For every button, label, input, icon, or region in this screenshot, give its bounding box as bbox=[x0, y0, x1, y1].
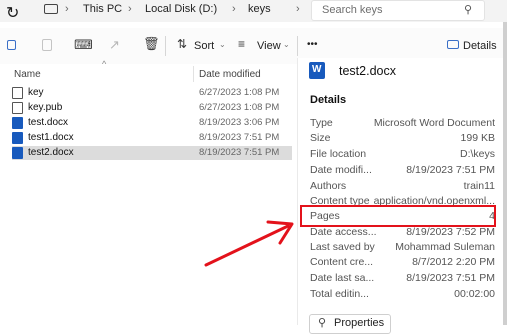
details-section-title: Details bbox=[310, 94, 347, 106]
file-name: test.docx bbox=[28, 117, 69, 128]
breadcrumb-keys[interactable]: keys bbox=[248, 3, 271, 15]
file-date: 8/19/2023 3:06 PM bbox=[199, 117, 280, 128]
column-divider[interactable] bbox=[193, 66, 194, 82]
file-date: 6/27/2023 1:08 PM bbox=[199, 87, 280, 98]
property-key: File location bbox=[310, 148, 367, 160]
file-name: test1.docx bbox=[28, 132, 74, 143]
window-edge bbox=[503, 22, 507, 325]
chevron-down-icon[interactable]: ⌄ bbox=[283, 40, 290, 49]
property-row-date-modified: Date modifi... 8/19/2023 7:51 PM bbox=[310, 163, 495, 177]
property-key: Date modifi... bbox=[310, 164, 372, 176]
property-row-date-last-saved: Date last sa... 8/19/2023 7:51 PM bbox=[310, 271, 495, 285]
property-value: 8/19/2023 7:51 PM bbox=[406, 272, 495, 284]
file-name: key.pub bbox=[28, 102, 63, 113]
details-file-name: test2.docx bbox=[339, 64, 396, 78]
property-key: Date access... bbox=[310, 226, 377, 238]
property-row-content-created: Content cre... 8/7/2012 2:20 PM bbox=[310, 255, 495, 269]
file-name: key bbox=[28, 87, 44, 98]
column-header-name[interactable]: Name bbox=[14, 69, 41, 80]
file-icon bbox=[12, 102, 23, 114]
refresh-icon[interactable]: ↻ bbox=[6, 3, 19, 23]
copy-icon[interactable] bbox=[7, 40, 16, 50]
details-pane-icon[interactable] bbox=[447, 40, 459, 49]
column-header-date-modified[interactable]: Date modified bbox=[199, 69, 261, 80]
property-key: Date last sa... bbox=[310, 272, 375, 284]
list-item-selected[interactable]: test2.docx 8/19/2023 7:51 PM bbox=[12, 146, 292, 160]
search-input[interactable]: Search keys bbox=[322, 4, 383, 16]
details-button[interactable]: Details bbox=[463, 40, 497, 52]
property-key: Total editin... bbox=[310, 288, 369, 300]
file-name: test2.docx bbox=[28, 147, 74, 158]
more-options-button[interactable]: ••• bbox=[307, 39, 318, 50]
word-icon-glyph: W bbox=[312, 64, 322, 75]
word-document-icon bbox=[12, 147, 23, 159]
breadcrumb-separator-icon: › bbox=[65, 3, 69, 15]
sort-ascending-icon: ^ bbox=[102, 59, 107, 69]
rename-icon[interactable]: ⌨ bbox=[74, 37, 93, 53]
property-value: 00:02:00 bbox=[454, 288, 495, 300]
file-date: 6/27/2023 1:08 PM bbox=[199, 102, 280, 113]
delete-icon[interactable]: 🗑 bbox=[143, 36, 160, 52]
file-date: 8/19/2023 7:51 PM bbox=[199, 132, 280, 143]
breadcrumb-separator-icon: › bbox=[232, 3, 236, 15]
word-document-icon bbox=[12, 132, 23, 144]
property-value: 8/19/2023 7:51 PM bbox=[406, 164, 495, 176]
list-item[interactable]: key.pub 6/27/2023 1:08 PM bbox=[12, 101, 292, 115]
view-button[interactable]: View bbox=[257, 40, 281, 52]
paste-icon[interactable] bbox=[42, 39, 52, 51]
chevron-down-icon[interactable]: ⌄ bbox=[219, 40, 226, 49]
property-key: Content cre... bbox=[310, 256, 374, 268]
property-value: Mohammad Suleman bbox=[395, 241, 495, 253]
property-key: Last saved by bbox=[310, 241, 375, 253]
toolbar-divider bbox=[165, 36, 166, 56]
this-pc-icon bbox=[44, 4, 58, 14]
breadcrumb-local-disk[interactable]: Local Disk (D:) bbox=[145, 3, 217, 15]
property-row-location: File location D:\keys bbox=[310, 147, 495, 161]
red-arrow-annotation bbox=[204, 220, 294, 267]
file-date: 8/19/2023 7:51 PM bbox=[199, 147, 280, 158]
properties-label: Properties bbox=[334, 317, 385, 329]
property-value: 8/19/2023 7:52 PM bbox=[406, 226, 495, 238]
breadcrumb-this-pc[interactable]: This PC bbox=[83, 3, 122, 15]
properties-button[interactable]: ⚲ Properties bbox=[309, 314, 391, 334]
list-item[interactable]: test.docx 8/19/2023 3:06 PM bbox=[12, 116, 292, 130]
list-item[interactable]: test1.docx 8/19/2023 7:51 PM bbox=[12, 131, 292, 145]
property-value: train11 bbox=[463, 180, 495, 192]
search-icon[interactable]: ⚲ bbox=[464, 3, 472, 16]
property-value: Microsoft Word Document bbox=[373, 117, 495, 129]
breadcrumb-dropdown-icon[interactable]: › bbox=[296, 3, 300, 15]
file-icon bbox=[12, 87, 23, 99]
property-value: 199 KB bbox=[460, 132, 495, 144]
toolbar-divider bbox=[297, 36, 298, 56]
share-icon[interactable]: ↗ bbox=[109, 37, 120, 53]
property-key: Size bbox=[310, 132, 331, 144]
highlight-box bbox=[300, 205, 496, 227]
breadcrumb-separator-icon: › bbox=[128, 3, 132, 15]
property-key: Authors bbox=[310, 180, 347, 192]
property-row-date-accessed: Date access... 8/19/2023 7:52 PM bbox=[310, 225, 495, 239]
property-row-total-editing: Total editin... 00:02:00 bbox=[310, 287, 495, 301]
property-value: D:\keys bbox=[459, 148, 495, 160]
sort-icon[interactable]: ⇅ bbox=[177, 37, 187, 51]
property-value: 8/7/2012 2:20 PM bbox=[412, 256, 495, 268]
property-row-authors: Authors train11 bbox=[310, 179, 495, 193]
wrench-icon: ⚲ bbox=[318, 317, 327, 329]
property-key: Type bbox=[310, 117, 333, 129]
property-row-last-saved-by: Last saved by Mohammad Suleman bbox=[310, 240, 495, 254]
property-row-size: Size 199 KB bbox=[310, 131, 495, 145]
sort-button[interactable]: Sort bbox=[194, 40, 214, 52]
property-row-type: Type Microsoft Word Document bbox=[310, 116, 495, 130]
word-document-icon bbox=[12, 117, 23, 129]
view-icon[interactable]: ≡ bbox=[238, 37, 245, 51]
search-box[interactable]: Search keys ⚲ bbox=[311, 0, 485, 21]
list-item[interactable]: key 6/27/2023 1:08 PM bbox=[12, 86, 292, 100]
